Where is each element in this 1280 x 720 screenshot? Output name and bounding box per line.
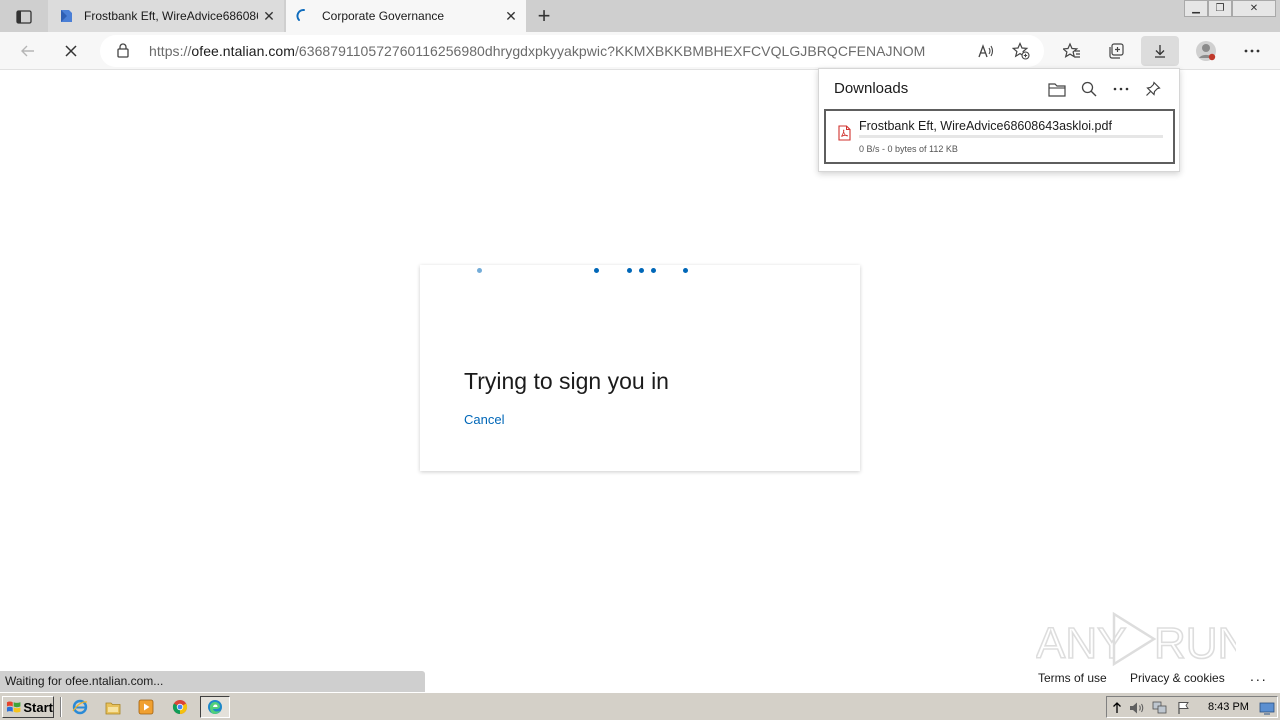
chevron-up-icon: [1113, 702, 1121, 713]
taskbar-divider: [60, 697, 62, 717]
windows-logo-icon: [6, 701, 21, 713]
taskbar-clock: 8:43 PM: [1208, 701, 1249, 713]
download-filename: Frostbank Eft, WireAdvice68608643askloi.…: [859, 119, 1112, 133]
star-add-icon: [1012, 42, 1030, 60]
start-button[interactable]: Start: [2, 696, 54, 718]
signin-card: Trying to sign you in Cancel: [420, 265, 860, 471]
favorites-icon: [1063, 42, 1080, 58]
edge-icon: [208, 700, 222, 714]
tab-close-button[interactable]: ✕: [258, 5, 280, 27]
windows-taskbar: Start 8:43 PM: [0, 692, 1280, 720]
tab-actions-button[interactable]: [10, 6, 38, 28]
network-tray-button[interactable]: [1152, 700, 1168, 716]
more-horizontal-icon: [1244, 49, 1260, 53]
read-aloud-button[interactable]: [972, 37, 1000, 65]
restore-button[interactable]: ❐: [1208, 0, 1232, 17]
media-player-icon: [138, 699, 154, 715]
minimize-button[interactable]: ▁: [1184, 0, 1208, 17]
taskbar-internet-explorer[interactable]: [67, 696, 93, 718]
downloads-title: Downloads: [834, 80, 909, 97]
download-item[interactable]: Frostbank Eft, WireAdvice68608643askloi.…: [824, 109, 1175, 164]
taskbar-file-explorer[interactable]: [100, 696, 126, 718]
close-window-button[interactable]: ✕: [1232, 0, 1276, 17]
url-text: https://ofee.ntalian.com/636879110572760…: [149, 43, 925, 59]
collections-button[interactable]: [1102, 37, 1130, 65]
url-scheme: https://: [149, 43, 192, 59]
tab-strip: Frostbank Eft, WireAdvice686086 ✕ Corpor…: [0, 0, 1280, 32]
anyrun-watermark-logo: ANY RUN: [1036, 611, 1236, 669]
file-explorer-icon: [105, 702, 121, 714]
back-arrow-icon: [21, 45, 34, 57]
downloads-more-options-button[interactable]: [1110, 78, 1132, 100]
url-path: /6368791105727601162569​80dhrygdxpkyyakp…: [294, 43, 926, 59]
start-label: Start: [23, 699, 53, 715]
footer-more-button[interactable]: ...: [1250, 668, 1268, 684]
tab-title: Corporate Governance: [322, 9, 445, 23]
url-host: ofee.ntalian.com: [191, 43, 295, 59]
pdf-file-icon: [838, 125, 851, 141]
more-horizontal-icon: [1113, 87, 1129, 91]
pin-icon: [1146, 81, 1161, 96]
screen: Frostbank Eft, WireAdvice686086 ✕ Corpor…: [0, 0, 1280, 720]
progress-dot: [627, 268, 632, 273]
close-icon: [65, 45, 77, 57]
action-center-tray-button[interactable]: [1176, 700, 1192, 716]
volume-tray-button[interactable]: [1129, 700, 1145, 716]
show-desktop-button[interactable]: [1259, 700, 1275, 716]
avatar-icon: [1196, 41, 1216, 61]
tab-corporate-governance[interactable]: Corporate Governance ✕: [286, 0, 526, 32]
back-button[interactable]: [14, 37, 42, 65]
favorites-button[interactable]: [1058, 37, 1086, 65]
watermark-text-right: RUN: [1154, 619, 1236, 668]
progress-dot: [639, 268, 644, 273]
search-icon: [1081, 81, 1097, 97]
open-downloads-folder-button[interactable]: [1046, 78, 1068, 100]
tab-title: Frostbank Eft, WireAdvice686086: [84, 9, 258, 23]
tab-close-button[interactable]: ✕: [500, 5, 522, 27]
search-downloads-button[interactable]: [1078, 78, 1100, 100]
system-tray: 8:43 PM: [1106, 696, 1278, 718]
add-favorite-button[interactable]: [1007, 37, 1035, 65]
loading-spinner-icon: [296, 9, 305, 21]
progress-dot: [477, 268, 482, 273]
download-icon: [1155, 45, 1165, 58]
progress-dot: [651, 268, 656, 273]
tab-actions-icon: [16, 10, 32, 24]
taskbar-chrome[interactable]: [167, 696, 193, 718]
address-bar[interactable]: https://ofee.ntalian.com/636879110572760…: [100, 35, 1044, 67]
tab-frostbank[interactable]: Frostbank Eft, WireAdvice686086 ✕: [48, 0, 284, 32]
read-aloud-icon: [978, 44, 994, 58]
downloads-button[interactable]: [1141, 36, 1179, 66]
chrome-icon: [172, 700, 188, 715]
show-hidden-icons-button[interactable]: [1109, 700, 1125, 716]
speaker-icon: [1130, 702, 1144, 714]
cancel-link[interactable]: Cancel: [464, 412, 504, 427]
download-progress-bar: [859, 135, 1163, 138]
folder-icon: [1048, 82, 1066, 97]
taskbar-edge[interactable]: [200, 696, 230, 718]
profile-button[interactable]: [1192, 37, 1220, 65]
stop-loading-button[interactable]: [57, 37, 85, 65]
downloads-panel: Downloads Frostbank Eft, WireAdvice68608…: [818, 68, 1180, 172]
progress-dot: [683, 268, 688, 273]
collections-icon: [1109, 43, 1124, 59]
settings-more-button[interactable]: [1238, 37, 1266, 65]
status-text: Waiting for ofee.ntalian.com...: [5, 674, 164, 688]
terms-of-use-link[interactable]: Terms of use: [1038, 671, 1107, 685]
new-tab-button[interactable]: +: [532, 3, 556, 28]
privacy-cookies-link[interactable]: Privacy & cookies: [1130, 671, 1225, 685]
lock-icon: [117, 43, 129, 58]
taskbar-media-player[interactable]: [133, 696, 159, 718]
document-favicon-icon: [61, 10, 72, 22]
browser-toolbar: https://ofee.ntalian.com/636879110572760…: [0, 32, 1280, 70]
desktop-icon: [1259, 702, 1275, 715]
signin-heading: Trying to sign you in: [464, 368, 669, 394]
flag-icon: [1178, 702, 1189, 714]
browser-status-bar: Waiting for ofee.ntalian.com...: [0, 671, 425, 692]
pin-downloads-button[interactable]: [1142, 78, 1164, 100]
internet-explorer-icon: [72, 699, 88, 715]
download-status: 0 B/s - 0 bytes of 112 KB: [859, 144, 958, 154]
network-icon: [1152, 701, 1167, 714]
progress-dot: [594, 268, 599, 273]
